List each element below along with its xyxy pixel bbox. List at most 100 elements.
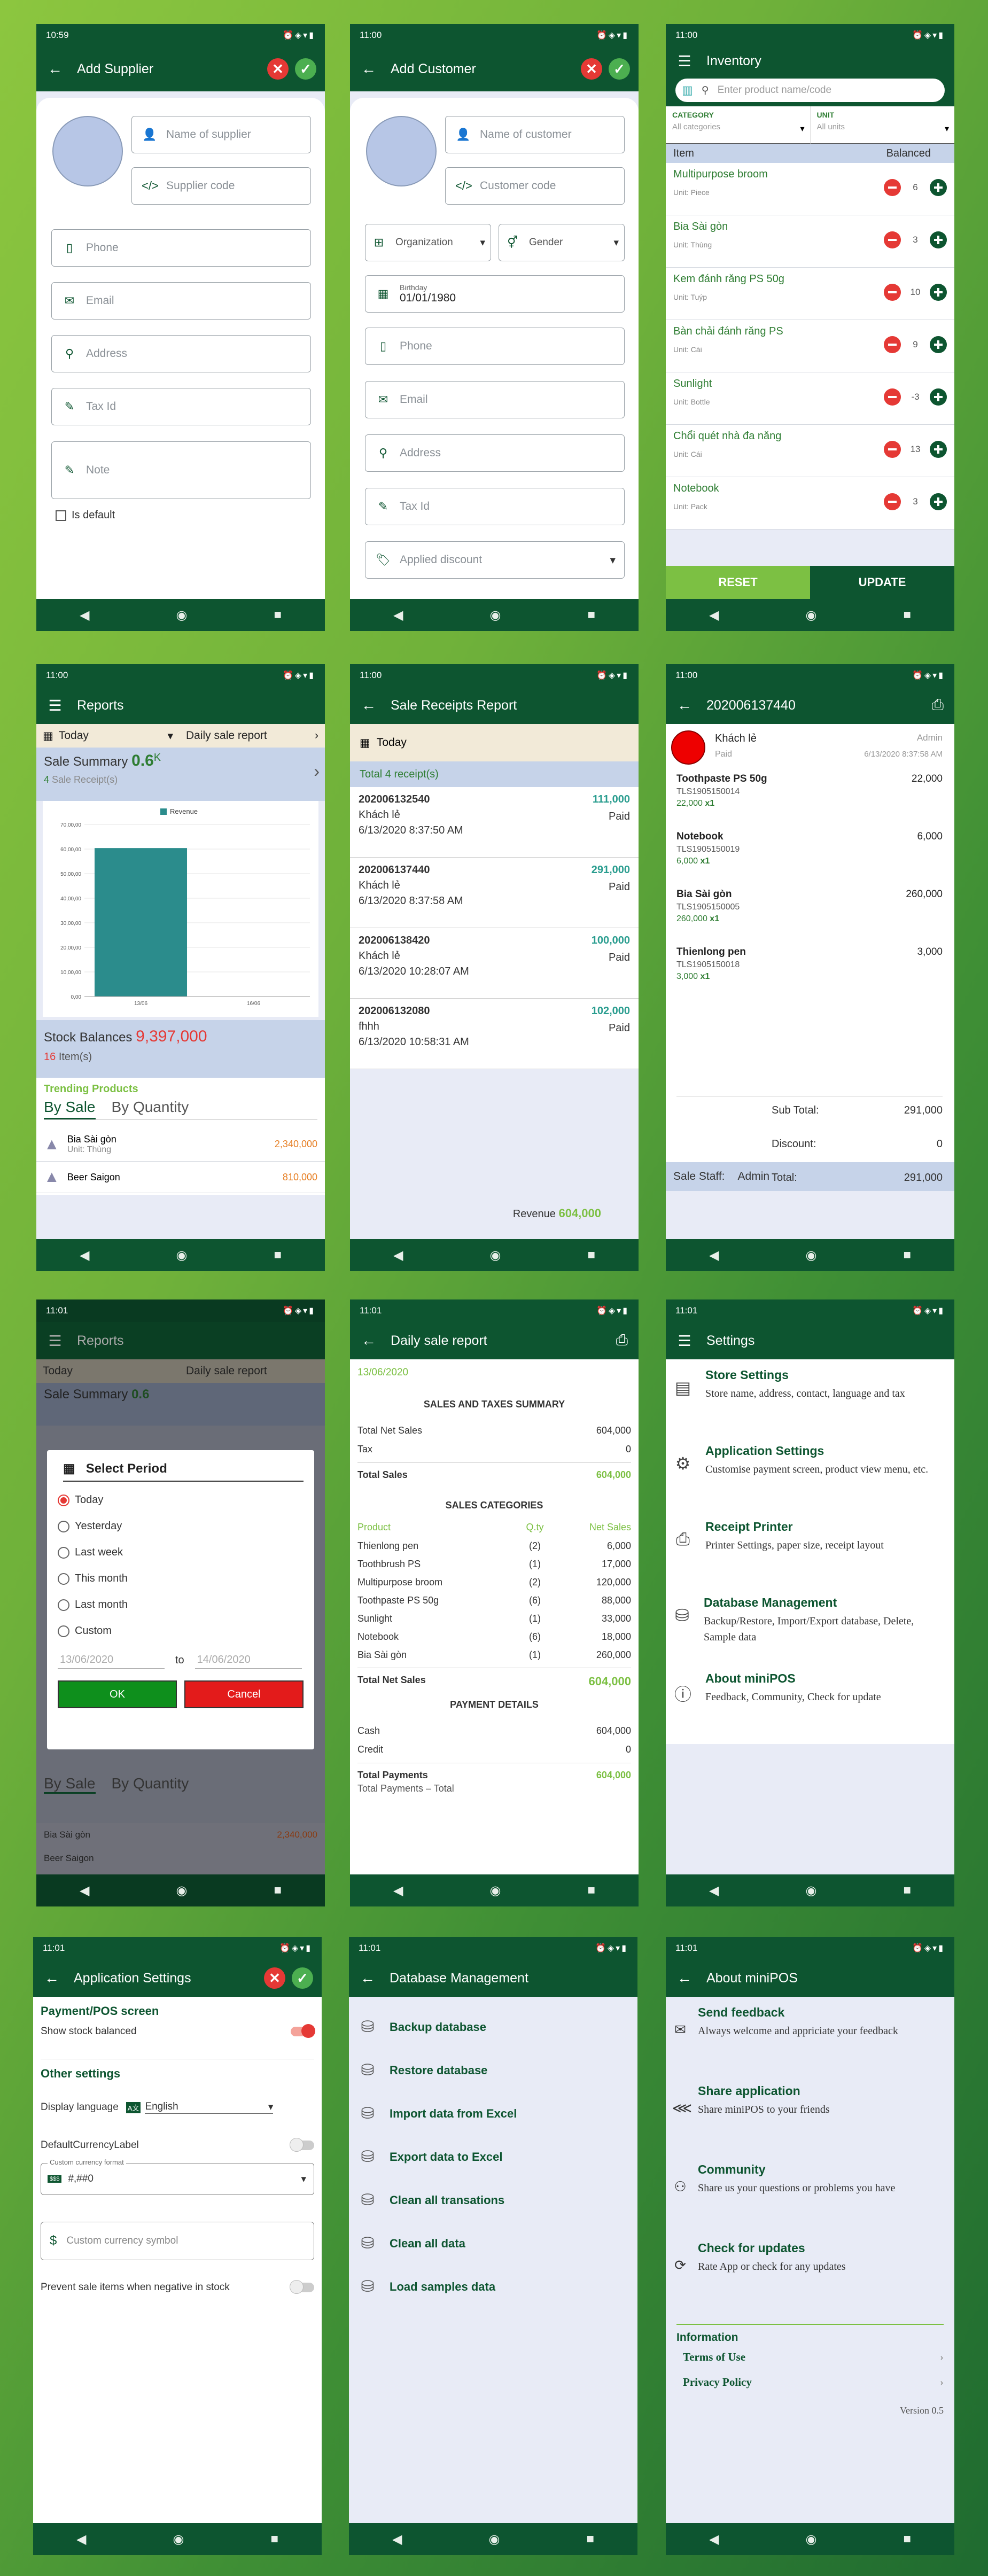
customer-code-field[interactable]: </> Customer code — [445, 167, 625, 205]
to-date-input[interactable]: 14/06/2020 — [195, 1652, 302, 1669]
nav-back-icon[interactable]: ◀ — [80, 608, 89, 623]
currency-label-toggle[interactable] — [290, 2138, 314, 2152]
settings-item[interactable]: ⚙ Application Settings Customise payment s… — [666, 1441, 954, 1516]
database-action[interactable]: ⛁ Clean all data — [349, 2222, 637, 2265]
nav-home-icon[interactable]: ◉ — [805, 608, 816, 623]
note-field[interactable]: ✎ Note — [51, 441, 311, 499]
terms-link[interactable]: Terms of Use › — [676, 2351, 944, 2364]
phone-field[interactable]: ▯ Phone — [365, 328, 625, 365]
database-action[interactable]: ⛁ Export data to Excel — [349, 2135, 637, 2178]
settings-item[interactable]: ⛁ Database Management Backup/Restore, Impo… — [666, 1592, 954, 1668]
plus-icon[interactable] — [930, 179, 947, 196]
radio-button[interactable] — [58, 1520, 69, 1532]
nav-home-icon[interactable]: ◉ — [176, 608, 187, 623]
nav-recents-icon[interactable]: ■ — [903, 1883, 911, 1898]
back-arrow-icon[interactable]: ← — [676, 1970, 693, 1987]
inventory-row[interactable]: Bàn chải đánh răng PS Unit: Cái 9 — [666, 320, 954, 372]
period-select[interactable]: ▦ Today ▾ — [36, 729, 181, 743]
minus-icon[interactable] — [884, 336, 901, 353]
list-item[interactable]: ▲ Beer Saigon 810,000 — [36, 1162, 325, 1193]
plus-icon[interactable] — [930, 388, 947, 406]
nav-back-icon[interactable]: ◀ — [393, 1883, 403, 1898]
tab-by-sale[interactable]: By Sale — [44, 1099, 96, 1119]
back-arrow-icon[interactable]: ← — [44, 1970, 60, 1987]
gender-select[interactable]: ⚥ Gender ▾ — [499, 224, 625, 261]
report-type-select[interactable]: Daily sale report — [181, 1365, 325, 1378]
nav-home-icon[interactable]: ◉ — [488, 2532, 500, 2547]
cancel-button[interactable]: Cancel — [184, 1680, 304, 1708]
customer-name-field[interactable]: 👤 Name of customer — [445, 116, 625, 153]
category-filter[interactable]: CATEGORY All categories ▾ — [666, 106, 811, 144]
database-action[interactable]: ⛁ Clean all transations — [349, 2178, 637, 2222]
radio-button[interactable] — [58, 1494, 69, 1506]
back-arrow-icon[interactable]: ← — [360, 1970, 376, 1987]
nav-home-icon[interactable]: ◉ — [489, 608, 501, 623]
settings-item[interactable]: ⓘ About miniPOS Feedback, Community, Check… — [666, 1668, 954, 1744]
nav-back-icon[interactable]: ◀ — [709, 2532, 719, 2547]
nav-home-icon[interactable]: ◉ — [176, 1248, 187, 1263]
print-icon[interactable]: ⎙ — [616, 1332, 628, 1349]
settings-item[interactable]: ⎙ Receipt Printer Printer Settings, paper … — [666, 1516, 954, 1592]
period-option[interactable]: Custom — [58, 1618, 304, 1644]
print-icon[interactable]: ⎙ — [932, 696, 944, 714]
period-select[interactable]: ▦ Today — [350, 724, 639, 761]
back-arrow-icon[interactable]: ← — [47, 60, 63, 77]
barcode-icon[interactable]: ▥ — [682, 83, 693, 97]
phone-field[interactable]: ▯ Phone — [51, 229, 311, 267]
nav-recents-icon[interactable]: ■ — [274, 608, 282, 622]
about-item[interactable]: ⋘ Share application Share miniPOS to your … — [672, 2081, 948, 2159]
minus-icon[interactable] — [884, 179, 901, 196]
unit-filter[interactable]: UNIT All units ▾ — [810, 106, 954, 144]
radio-button[interactable] — [58, 1625, 69, 1637]
currency-format-select[interactable]: Custom currency format $$$ #,##0 ▾ — [41, 2158, 314, 2195]
report-type-select[interactable]: Daily sale report › — [181, 729, 325, 742]
address-field[interactable]: ⚲ Address — [365, 434, 625, 472]
supplier-code-field[interactable]: </> Supplier code — [131, 167, 311, 205]
checkbox-box[interactable] — [56, 510, 66, 521]
receipt-row[interactable]: 202006137440 Khách lẻ 6/13/2020 8:37:58 AM… — [350, 858, 639, 928]
inventory-row[interactable]: Kem đánh răng PS 50g Unit: Tuýp 10 — [666, 268, 954, 320]
privacy-link[interactable]: Privacy Policy › — [676, 2376, 944, 2389]
database-action[interactable]: ⛁ Backup database — [349, 2005, 637, 2049]
plus-icon[interactable] — [930, 231, 947, 248]
about-item[interactable]: ⚇ Community Share us your questions or pro… — [672, 2159, 948, 2238]
nav-back-icon[interactable]: ◀ — [80, 1883, 89, 1898]
menu-icon[interactable]: ☰ — [47, 697, 63, 714]
about-item[interactable]: ✉ Send feedback Always welcome and apprici… — [672, 2002, 948, 2081]
menu-icon[interactable]: ☰ — [676, 52, 693, 70]
minus-icon[interactable] — [884, 388, 901, 406]
language-select[interactable]: English ▾ — [145, 2101, 274, 2114]
back-arrow-icon[interactable]: ← — [676, 697, 693, 714]
back-arrow-icon[interactable]: ← — [361, 60, 377, 77]
nav-home-icon[interactable]: ◉ — [489, 1248, 501, 1263]
nav-home-icon[interactable]: ◉ — [805, 1248, 816, 1263]
update-button[interactable]: UPDATE — [810, 566, 954, 599]
inventory-row[interactable]: Sunlight Unit: Bottle -3 — [666, 372, 954, 425]
nav-home-icon[interactable]: ◉ — [805, 2532, 816, 2547]
period-option[interactable]: Last month — [58, 1592, 304, 1618]
nav-recents-icon[interactable]: ■ — [903, 1248, 911, 1263]
minus-icon[interactable] — [884, 493, 901, 510]
minus-icon[interactable] — [884, 231, 901, 248]
currency-symbol-input[interactable]: $ Custom currency symbol — [41, 2222, 314, 2260]
back-arrow-icon[interactable]: ← — [361, 1332, 377, 1349]
nav-home-icon[interactable]: ◉ — [805, 1883, 816, 1898]
nav-back-icon[interactable]: ◀ — [393, 1248, 403, 1263]
minus-icon[interactable] — [884, 284, 901, 301]
nav-home-icon[interactable]: ◉ — [489, 1883, 501, 1898]
email-field[interactable]: ✉ Email — [51, 282, 311, 320]
save-button[interactable]: ✓ — [609, 58, 630, 80]
nav-back-icon[interactable]: ◀ — [80, 1248, 89, 1263]
tab-by-quantity[interactable]: By Quantity — [112, 1099, 189, 1119]
period-option[interactable]: Last week — [58, 1539, 304, 1566]
is-default-checkbox[interactable]: Is default — [56, 509, 115, 522]
plus-icon[interactable] — [930, 493, 947, 510]
radio-button[interactable] — [58, 1546, 69, 1559]
discount-select[interactable]: 🏷 Applied discount ▾ — [365, 541, 625, 579]
plus-icon[interactable] — [930, 284, 947, 301]
prevent-negative-toggle[interactable] — [290, 2280, 314, 2294]
back-arrow-icon[interactable]: ← — [361, 697, 377, 714]
nav-home-icon[interactable]: ◉ — [176, 1883, 187, 1898]
nav-back-icon[interactable]: ◀ — [76, 2532, 86, 2547]
nav-back-icon[interactable]: ◀ — [709, 1248, 719, 1263]
